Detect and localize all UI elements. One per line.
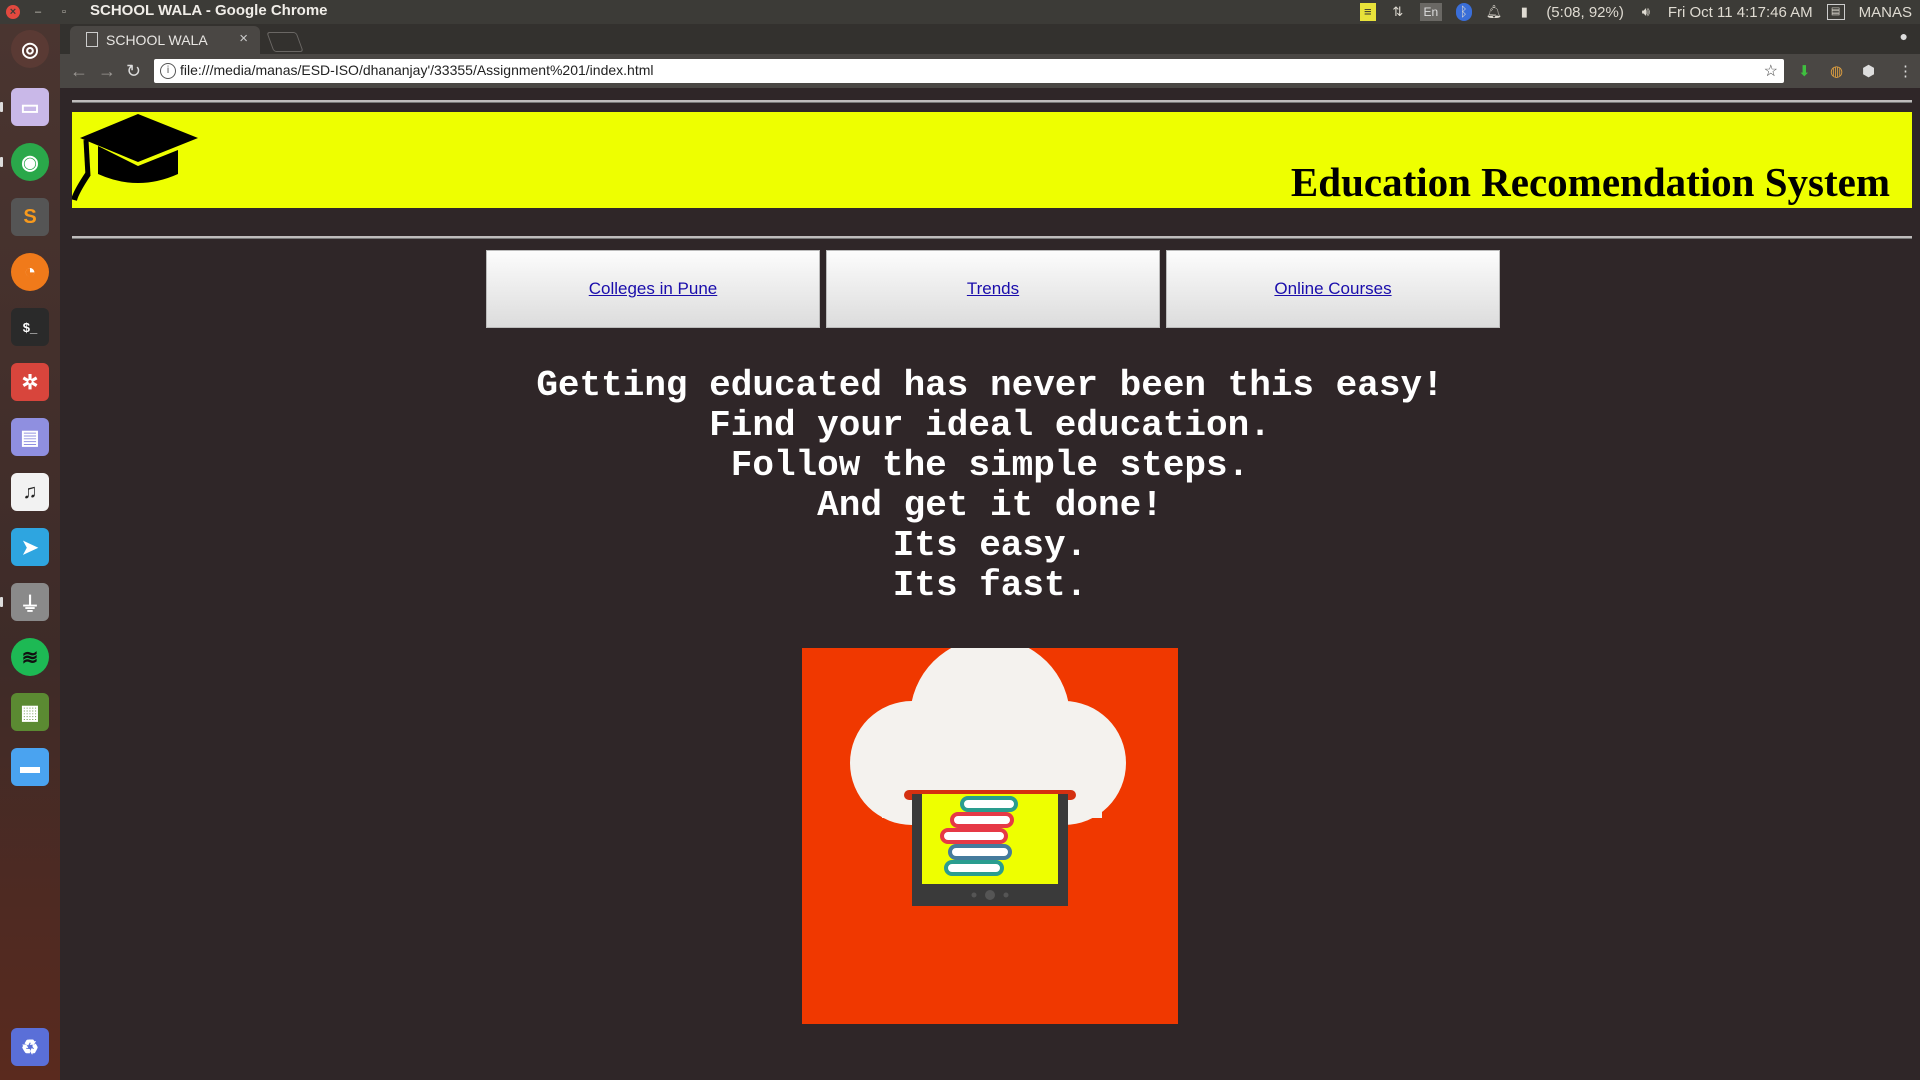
usb-icon[interactable]: ⏚: [11, 583, 49, 621]
bluetooth-icon[interactable]: ᛒ: [1455, 3, 1472, 21]
online-courses-link[interactable]: Online Courses: [1274, 279, 1391, 299]
tagline-line: Its fast.: [892, 565, 1088, 606]
files-icon[interactable]: ▭: [11, 88, 49, 126]
system-tray: ≡ ⇅ En ᛒ 🔔︎ ▮ (5:08, 92%) 🔊︎ Fri Oct 11 …: [1359, 2, 1912, 22]
colleges-in-pune-link[interactable]: Colleges in Pune: [589, 279, 718, 299]
close-tab-icon[interactable]: ×: [239, 30, 248, 47]
sublime-icon[interactable]: S: [11, 198, 49, 236]
new-tab-button[interactable]: [266, 32, 304, 52]
browser-tab[interactable]: SCHOOL WALA ×: [70, 26, 260, 54]
battery-status[interactable]: (5:08, 92%): [1546, 4, 1624, 21]
nav-box-colleges: Colleges in Pune: [486, 250, 820, 328]
window-title: SCHOOL WALA - Google Chrome: [90, 2, 328, 19]
tagline-line: Its easy.: [892, 525, 1088, 566]
trends-link[interactable]: Trends: [967, 279, 1019, 299]
system-top-bar: × – ▫ SCHOOL WALA - Google Chrome ≡ ⇅ En…: [0, 0, 1920, 24]
reload-icon[interactable]: ↻: [126, 61, 141, 82]
shield-extension-icon[interactable]: ⬢: [1862, 62, 1875, 80]
ubuntu-icon[interactable]: ◎: [11, 30, 49, 68]
profile-icon[interactable]: ●: [1900, 28, 1908, 44]
url-text[interactable]: file:///media/manas/ESD-ISO/dhananjay'/3…: [180, 62, 653, 78]
main-nav: Colleges in Pune Trends Online Courses: [486, 250, 1500, 328]
firefox-icon[interactable]: ◔: [11, 253, 49, 291]
chrome-icon[interactable]: ◉: [11, 143, 49, 181]
maximize-window-icon[interactable]: ▫: [56, 4, 72, 20]
tagline: Getting educated has never been this eas…: [60, 366, 1920, 606]
trash-icon[interactable]: ♻: [11, 1028, 49, 1066]
nav-box-online-courses: Online Courses: [1166, 250, 1500, 328]
spotify-icon[interactable]: ≋: [11, 638, 49, 676]
cloud-books-illustration: [802, 648, 1178, 1024]
nav-box-trends: Trends: [826, 250, 1160, 328]
bookmark-star-icon[interactable]: ☆: [1764, 61, 1778, 81]
document-icon: [86, 32, 98, 47]
battery-icon[interactable]: ▮: [1516, 3, 1532, 21]
address-bar[interactable]: i file:///media/manas/ESD-ISO/dhananjay'…: [154, 59, 1784, 83]
info-icon[interactable]: i: [160, 63, 176, 79]
tagline-line: And get it done!: [817, 485, 1163, 526]
graduation-cap-icon: [72, 114, 198, 201]
window-controls: × – ▫: [6, 4, 72, 20]
tagline-line: Find your ideal education.: [709, 405, 1271, 446]
launcher: ◎ ▭ ◉ S ◔ $_ ✲ ▤ ♫ ➤ ⏚ ≋ ▦ ▬ ♻: [0, 24, 60, 1080]
divider-top: [72, 100, 1912, 103]
session-menu-icon[interactable]: ▤: [1826, 4, 1845, 20]
tagline-line: Getting educated has never been this eas…: [536, 365, 1444, 406]
browser-toolbar: ← → ↻ i file:///media/manas/ESD-ISO/dhan…: [60, 54, 1920, 88]
folder-icon[interactable]: ▬: [11, 748, 49, 786]
keyboard-layout-indicator[interactable]: En: [1419, 3, 1442, 21]
divider-bottom: [72, 236, 1912, 239]
close-window-icon[interactable]: ×: [6, 5, 20, 19]
site-header-banner: Education Recomendation System: [72, 112, 1912, 208]
volume-icon[interactable]: 🔊︎: [1638, 3, 1654, 21]
music-icon[interactable]: ♫: [11, 473, 49, 511]
back-icon[interactable]: ←: [70, 61, 88, 82]
tagline-line: Follow the simple steps.: [730, 445, 1250, 486]
clock[interactable]: Fri Oct 11 4:17:46 AM: [1668, 4, 1813, 21]
site-title: Education Recomendation System: [1290, 159, 1890, 205]
terminal-icon[interactable]: $_: [11, 308, 49, 346]
menu-icon[interactable]: ⋮: [1898, 62, 1913, 80]
notes-indicator-icon[interactable]: ≡: [1359, 3, 1376, 21]
minimize-window-icon[interactable]: –: [30, 4, 46, 20]
download-extension-icon[interactable]: ⬇: [1798, 62, 1811, 80]
telegram-icon[interactable]: ➤: [11, 528, 49, 566]
web-page: Education Recomendation System Colleges …: [60, 88, 1920, 1080]
minecraft-icon[interactable]: ▦: [11, 693, 49, 731]
tab-strip: SCHOOL WALA × ●: [60, 24, 1920, 54]
tab-title: SCHOOL WALA: [106, 32, 208, 48]
notification-bell-icon[interactable]: 🔔︎: [1486, 3, 1503, 21]
user-name[interactable]: MANAS: [1859, 4, 1912, 21]
unity-icon[interactable]: ✲: [11, 363, 49, 401]
text-editor-icon[interactable]: ▤: [11, 418, 49, 456]
extension-icon[interactable]: ◍: [1830, 62, 1843, 80]
network-icon[interactable]: ⇅: [1390, 3, 1406, 21]
forward-icon[interactable]: →: [98, 61, 116, 82]
